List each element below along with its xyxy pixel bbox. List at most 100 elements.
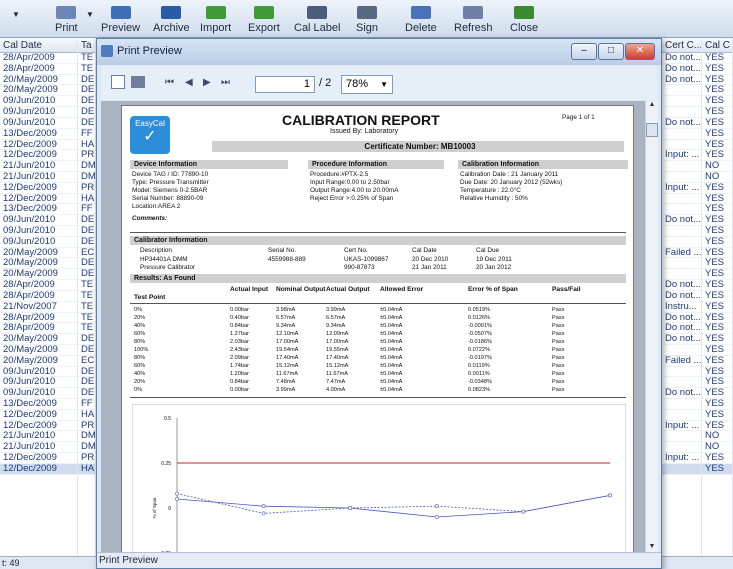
cal-cell[interactable]: YES bbox=[702, 183, 732, 194]
cert-cell[interactable]: Do not... bbox=[662, 313, 701, 324]
cal-date-cell[interactable]: 20/May/2009 bbox=[0, 258, 77, 270]
cal-cell[interactable]: YES bbox=[702, 334, 732, 345]
ta-cell[interactable]: DM bbox=[78, 161, 95, 172]
cal-date-cell[interactable]: 21/Nov/2007 bbox=[0, 302, 77, 313]
cal-date-cell[interactable]: 12/Dec/2009 bbox=[0, 421, 77, 432]
cert-cell[interactable]: Failed ... bbox=[662, 356, 701, 367]
ta-cell[interactable]: DE bbox=[78, 226, 95, 237]
cal-date-cell[interactable]: 13/Dec/2009 bbox=[0, 399, 77, 410]
cert-cell[interactable]: Do not... bbox=[662, 323, 701, 335]
cal-cell[interactable]: NO bbox=[702, 431, 732, 443]
cal-date-cell[interactable]: 09/Jun/2010 bbox=[0, 388, 77, 399]
cal-date-cell[interactable]: 12/Dec/2009 bbox=[0, 453, 77, 464]
cal-date-cell[interactable]: 12/Dec/2009 bbox=[0, 140, 77, 151]
archive-button[interactable]: Archive bbox=[153, 0, 190, 38]
cal-cell[interactable]: YES bbox=[702, 150, 732, 162]
cal-date-cell[interactable]: 13/Dec/2009 bbox=[0, 129, 77, 140]
cal-cell[interactable]: YES bbox=[702, 345, 732, 356]
ta-cell[interactable]: TE bbox=[78, 323, 95, 335]
ta-cell[interactable]: DE bbox=[78, 388, 95, 399]
cert-cell[interactable]: Do not... bbox=[662, 334, 701, 345]
cal-cell[interactable]: YES bbox=[702, 453, 732, 464]
ta-cell[interactable]: FF bbox=[78, 399, 95, 410]
cal-date-cell[interactable]: 09/Jun/2010 bbox=[0, 215, 77, 226]
cal-cell[interactable]: YES bbox=[702, 118, 732, 129]
cal-cell[interactable]: YES bbox=[702, 323, 732, 335]
page-number-input[interactable]: 1 bbox=[255, 76, 315, 93]
cal-cell[interactable]: YES bbox=[702, 215, 732, 226]
cal-cell[interactable]: YES bbox=[702, 64, 732, 75]
previous-page-icon[interactable]: ◀ bbox=[185, 77, 193, 88]
cal-date-cell[interactable]: 09/Jun/2010 bbox=[0, 377, 77, 389]
scroll-thumb[interactable] bbox=[646, 123, 658, 137]
cal-date-cell[interactable]: 09/Jun/2010 bbox=[0, 226, 77, 237]
cert-cell[interactable]: Do not... bbox=[662, 215, 701, 226]
header-cal[interactable]: Cal C bbox=[702, 38, 732, 53]
preview-canvas[interactable]: EasyCal ✓ CALIBRATION REPORT Issued By: L… bbox=[101, 101, 645, 552]
cert-cell[interactable] bbox=[662, 345, 701, 356]
cal-cell[interactable]: YES bbox=[702, 367, 732, 378]
ta-cell[interactable]: TE bbox=[78, 53, 95, 64]
sign-button[interactable]: Sign bbox=[356, 0, 378, 38]
cal-date-cell[interactable]: 28/Apr/2009 bbox=[0, 280, 77, 291]
cal-cell[interactable]: YES bbox=[702, 463, 732, 475]
ta-cell[interactable]: PR bbox=[78, 421, 95, 432]
cert-cell[interactable]: Do not... bbox=[662, 75, 701, 86]
cert-cell[interactable]: Input: ... bbox=[662, 183, 701, 194]
ta-cell[interactable]: TE bbox=[78, 64, 95, 75]
cal-cell[interactable]: YES bbox=[702, 129, 732, 140]
cert-cell[interactable] bbox=[662, 194, 701, 205]
cal-date-cell[interactable]: 20/May/2009 bbox=[0, 345, 77, 356]
next-page-icon[interactable]: ▶ bbox=[203, 77, 211, 88]
cal-cell[interactable]: YES bbox=[702, 237, 732, 248]
close-window-button[interactable]: ✕ bbox=[625, 43, 655, 60]
cert-cell[interactable] bbox=[662, 442, 701, 454]
cert-cell[interactable] bbox=[662, 161, 701, 172]
first-page-icon[interactable]: ⏮ bbox=[165, 77, 174, 88]
cal-label-button[interactable]: Cal Label bbox=[294, 0, 340, 38]
cal-date-cell[interactable]: 09/Jun/2010 bbox=[0, 96, 77, 108]
cal-cell[interactable]: YES bbox=[702, 410, 732, 421]
cal-date-cell[interactable]: 09/Jun/2010 bbox=[0, 367, 77, 378]
cert-cell[interactable] bbox=[662, 269, 701, 281]
maximize-button[interactable]: □ bbox=[598, 43, 624, 60]
ta-cell[interactable]: DM bbox=[78, 431, 95, 443]
cert-cell[interactable]: Do not... bbox=[662, 291, 701, 302]
cert-cell[interactable] bbox=[662, 172, 701, 183]
cal-cell[interactable]: YES bbox=[702, 291, 732, 302]
cal-date-cell[interactable]: 21/Jun/2010 bbox=[0, 161, 77, 172]
ta-cell[interactable]: HA bbox=[78, 463, 95, 475]
cal-cell[interactable]: YES bbox=[702, 194, 732, 205]
cal-date-cell[interactable]: 12/Dec/2009 bbox=[0, 183, 77, 194]
cert-cell[interactable]: Input: ... bbox=[662, 150, 701, 162]
cert-cell[interactable]: Input: ... bbox=[662, 453, 701, 464]
cert-cell[interactable] bbox=[662, 237, 701, 248]
preview-vertical-scrollbar[interactable]: ▲ ▼ bbox=[645, 101, 658, 552]
ta-cell[interactable]: DE bbox=[78, 85, 95, 97]
cal-cell[interactable]: YES bbox=[702, 53, 732, 64]
cal-date-cell[interactable]: 28/Apr/2009 bbox=[0, 64, 77, 75]
dropdown-arrow-icon[interactable]: ▼ bbox=[12, 10, 20, 19]
cal-date-cell[interactable]: 12/Dec/2009 bbox=[0, 150, 77, 162]
ta-cell[interactable]: PR bbox=[78, 183, 95, 194]
cert-cell[interactable] bbox=[662, 399, 701, 410]
cal-cell[interactable]: YES bbox=[702, 204, 732, 216]
ta-cell[interactable]: TE bbox=[78, 291, 95, 302]
dropdown-arrow-icon[interactable]: ▼ bbox=[86, 10, 94, 19]
cert-cell[interactable] bbox=[662, 258, 701, 270]
cal-cell[interactable]: YES bbox=[702, 226, 732, 237]
cal-cell[interactable]: NO bbox=[702, 442, 732, 454]
cert-cell[interactable] bbox=[662, 204, 701, 216]
cert-cell[interactable]: Do not... bbox=[662, 53, 701, 64]
cert-cell[interactable]: Failed ... bbox=[662, 248, 701, 259]
ta-cell[interactable]: HA bbox=[78, 410, 95, 421]
cal-cell[interactable]: YES bbox=[702, 388, 732, 399]
cal-date-cell[interactable]: 13/Dec/2009 bbox=[0, 204, 77, 216]
print-button[interactable]: Print bbox=[55, 0, 78, 38]
cal-date-cell[interactable]: 20/May/2009 bbox=[0, 85, 77, 97]
window-titlebar[interactable]: Print Preview – □ ✕ bbox=[97, 39, 661, 65]
cert-cell[interactable] bbox=[662, 410, 701, 421]
cal-date-cell[interactable]: 09/Jun/2010 bbox=[0, 107, 77, 118]
ta-cell[interactable]: FF bbox=[78, 204, 95, 216]
cert-cell[interactable]: Do not... bbox=[662, 388, 701, 399]
